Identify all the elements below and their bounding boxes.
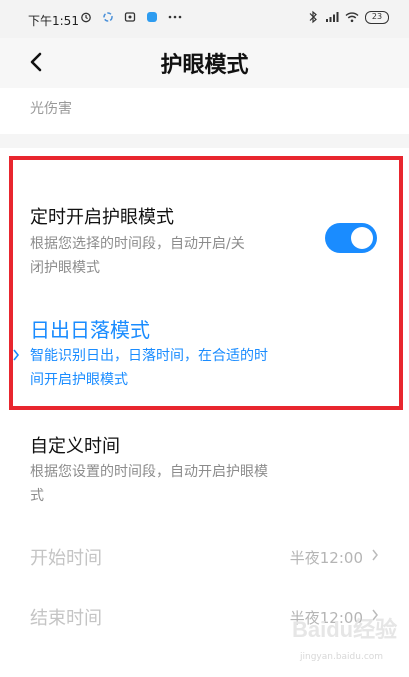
sunrise-sunset-desc[interactable]: 智能识别日出，日落时间，在合适的时 间开启护眼模式 (30, 344, 350, 392)
app-icon (147, 12, 157, 22)
header-bar: 护眼模式 (0, 38, 409, 88)
sunrise-sunset-desc-line2: 间开启护眼模式 (30, 372, 128, 388)
wifi-icon (345, 12, 359, 23)
status-right-icons: 23 (307, 10, 389, 24)
fragment-text: 光伤害 (30, 101, 72, 117)
custom-time-desc-line1: 根据您设置的时间段，自动开启护眼模 (30, 464, 268, 480)
sync-icon (103, 12, 113, 22)
scheduled-toggle[interactable] (325, 223, 377, 253)
start-time-row[interactable]: 开始时间 半夜12:00 (0, 534, 409, 578)
toggle-knob (351, 227, 373, 249)
scheduled-desc-line2: 闭护眼模式 (30, 260, 100, 276)
chevron-right-icon (372, 549, 378, 561)
baidu-watermark: Baidu经验 jingyan.baidu.com (292, 612, 402, 668)
page-title: 护眼模式 (160, 53, 249, 78)
battery-icon: 23 (365, 10, 389, 24)
watermark-url: jingyan.baidu.com (300, 652, 384, 662)
status-time: 下午1:51 (28, 14, 79, 28)
alarm-icon (81, 12, 91, 23)
status-bar: 下午1:51 23 (0, 0, 409, 38)
signal-icon (326, 12, 339, 22)
selected-caret-icon (13, 349, 20, 361)
notification-icon (124, 12, 136, 22)
custom-time-desc-line2: 式 (30, 488, 44, 504)
custom-time-title[interactable]: 自定义时间 (30, 432, 120, 458)
end-time-label: 结束时间 (30, 608, 102, 629)
sunrise-sunset-title[interactable]: 日出日落模式 (30, 314, 150, 343)
section-divider (0, 134, 409, 148)
more-dots-icon (168, 15, 182, 19)
start-time-value: 半夜12:00 (289, 549, 363, 567)
scheduled-desc-line1: 根据您选择的时间段，自动开启/关 (30, 236, 245, 252)
watermark-logo: Baidu经验 (292, 617, 398, 642)
bluetooth-icon (309, 10, 317, 24)
status-left-icons (80, 11, 182, 23)
sunrise-sunset-desc-line1: 智能识别日出，日落时间，在合适的时 (30, 348, 268, 364)
scheduled-title: 定时开启护眼模式 (30, 207, 174, 228)
scrolled-description-fragment: 光伤害 (30, 88, 360, 128)
start-time-label: 开始时间 (30, 548, 102, 569)
